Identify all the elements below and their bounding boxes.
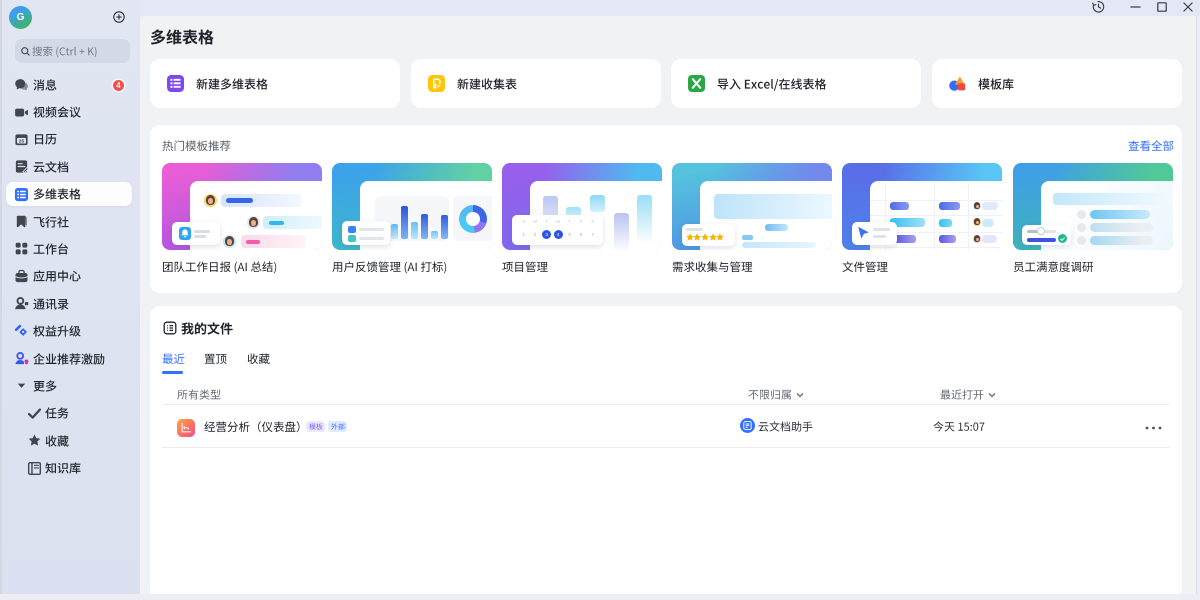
svg-text:25: 25 [19,138,25,143]
